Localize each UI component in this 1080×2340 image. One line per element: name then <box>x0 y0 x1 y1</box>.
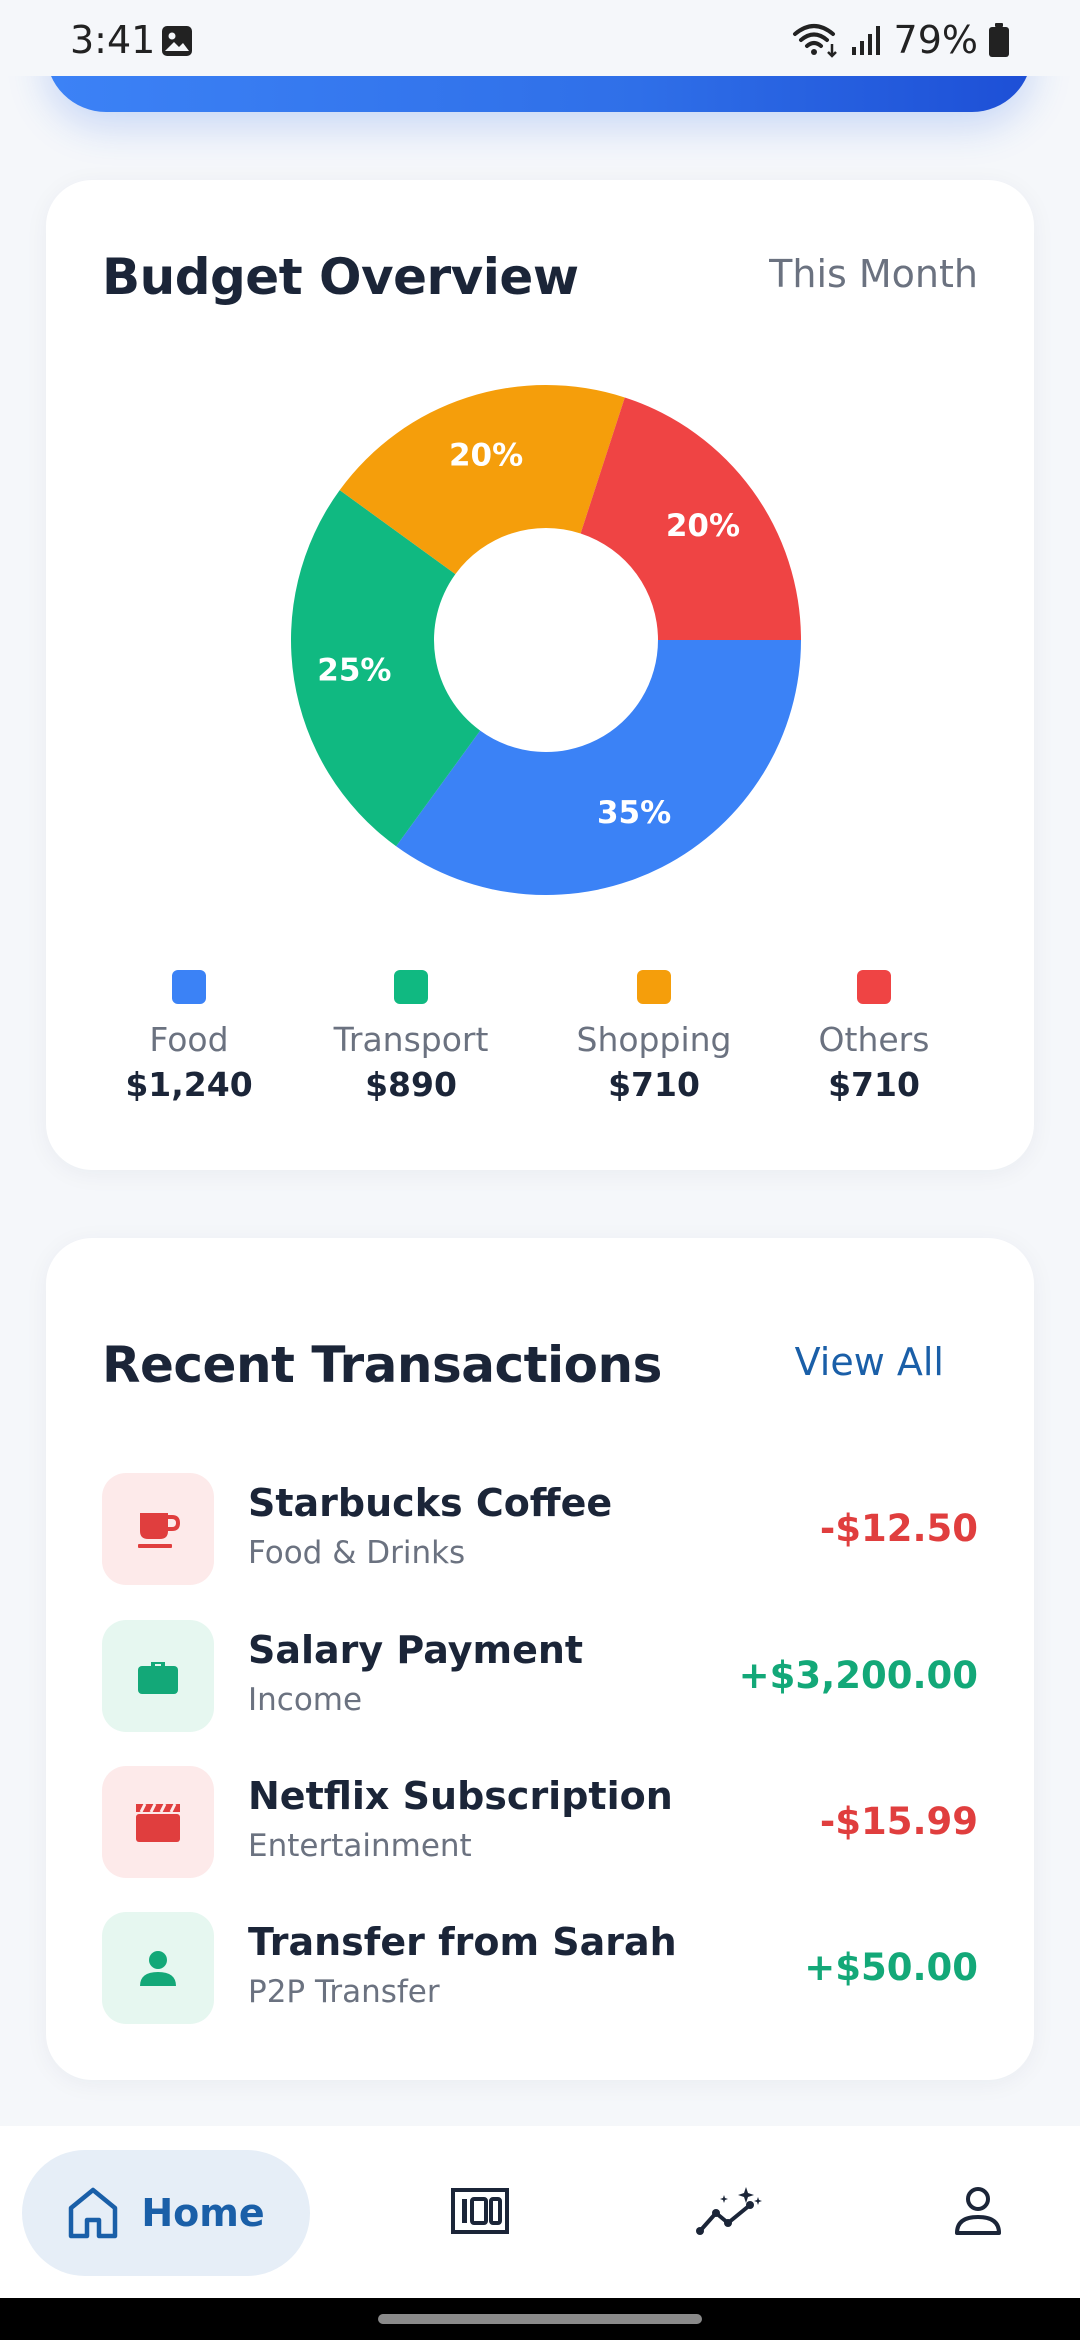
period-selector[interactable]: This Month <box>769 252 978 296</box>
nav-home-button[interactable]: Home <box>22 2150 310 2276</box>
nav-budget-button[interactable] <box>445 2176 515 2246</box>
legend-swatch <box>394 970 428 1004</box>
status-bar: 3:41 79% <box>0 0 1080 76</box>
transaction-name: Netflix Subscription <box>248 1774 673 1818</box>
slice-label-transport: 25% <box>317 652 391 688</box>
slice-label-shopping: 20% <box>449 437 523 473</box>
transaction-row[interactable]: Salary Payment Income +$3,200.00 <box>102 1620 978 1732</box>
transaction-amount: +$50.00 <box>804 1946 978 1989</box>
transaction-name: Starbucks Coffee <box>248 1481 613 1525</box>
briefcase-icon <box>138 1662 178 1694</box>
legend-swatch <box>857 970 891 1004</box>
legend-swatch <box>637 970 671 1004</box>
legend-item-shopping: Shopping $710 <box>554 970 754 1104</box>
transaction-name: Salary Payment <box>248 1628 584 1672</box>
cash-icon <box>451 2188 509 2234</box>
budget-title: Budget Overview <box>102 248 579 306</box>
nav-home-label: Home <box>141 2191 265 2235</box>
legend-amount: $710 <box>608 1065 700 1104</box>
legend-item-food: Food $1,240 <box>89 970 289 1104</box>
legend-category-name: Shopping <box>576 1020 732 1059</box>
legend-category-name: Food <box>149 1020 229 1059</box>
transaction-icon-badge <box>102 1912 214 2024</box>
transactions-title: Recent Transactions <box>102 1336 662 1394</box>
transaction-name: Transfer from Sarah <box>248 1920 677 1964</box>
transaction-icon-badge <box>102 1473 214 1585</box>
person-icon <box>140 1951 176 1986</box>
home-gesture-handle[interactable] <box>378 2314 702 2324</box>
legend-amount: $890 <box>365 1065 457 1104</box>
nav-analytics-button[interactable] <box>695 2176 765 2246</box>
transaction-category: Entertainment <box>248 1828 472 1864</box>
home-icon <box>69 2187 118 2239</box>
transaction-amount: -$15.99 <box>819 1800 978 1843</box>
slice-label-food: 35% <box>597 795 671 831</box>
app-screen: 3:41 79% Budget Overview This Month 35% … <box>0 0 1080 2340</box>
legend-amount: $710 <box>828 1065 920 1104</box>
battery-percentage: 79% <box>893 18 978 62</box>
recent-transactions-card: Recent Transactions View All Starbucks C… <box>46 1238 1034 2080</box>
system-gesture-bar <box>0 2298 1080 2340</box>
nav-profile-button[interactable] <box>943 2176 1013 2246</box>
legend-category-name: Others <box>818 1020 930 1059</box>
transaction-category: Food & Drinks <box>248 1535 466 1571</box>
transaction-category: Income <box>248 1682 363 1718</box>
transaction-row[interactable]: Netflix Subscription Entertainment -$15.… <box>102 1766 978 1878</box>
coffee-cup-icon <box>138 1513 181 1548</box>
legend-item-others: Others $710 <box>774 970 974 1104</box>
transaction-amount: -$12.50 <box>819 1507 978 1550</box>
budget-overview-card: Budget Overview This Month 35% 25% 20% 20% … <box>46 180 1034 1170</box>
transaction-icon-badge <box>102 1766 214 1878</box>
transaction-row[interactable]: Starbucks Coffee Food & Drinks -$12.50 <box>102 1473 978 1585</box>
slice-label-others: 20% <box>666 508 740 544</box>
legend-swatch <box>172 970 206 1004</box>
wifi-icon <box>792 24 837 58</box>
transaction-category: P2P Transfer <box>248 1974 440 2010</box>
budget-donut-chart: 35% 25% 20% 20% <box>291 384 801 895</box>
view-all-link[interactable]: View All <box>795 1340 944 1384</box>
transaction-row[interactable]: Transfer from Sarah P2P Transfer +$50.00 <box>102 1912 978 2024</box>
chart-legend: Food $1,240 Transport $890 Shopping $710 Other… <box>102 970 978 1120</box>
image-icon <box>162 26 192 56</box>
legend-item-transport: Transport $890 <box>311 970 511 1104</box>
bottom-navigation: Home <box>0 2126 1080 2298</box>
battery-icon <box>989 23 1009 57</box>
signal-icon <box>851 26 880 55</box>
status-time: 3:41 <box>70 18 156 62</box>
transaction-amount: +$3,200.00 <box>738 1654 978 1697</box>
legend-category-name: Transport <box>333 1020 489 1059</box>
clapperboard-icon <box>136 1803 180 1842</box>
analytics-icon <box>696 2187 762 2235</box>
status-right-group: 79% <box>792 18 1010 62</box>
legend-amount: $1,240 <box>125 1065 253 1104</box>
donut-slice-food <box>396 640 801 895</box>
transaction-icon-badge <box>102 1620 214 1732</box>
profile-icon <box>955 2187 1001 2235</box>
